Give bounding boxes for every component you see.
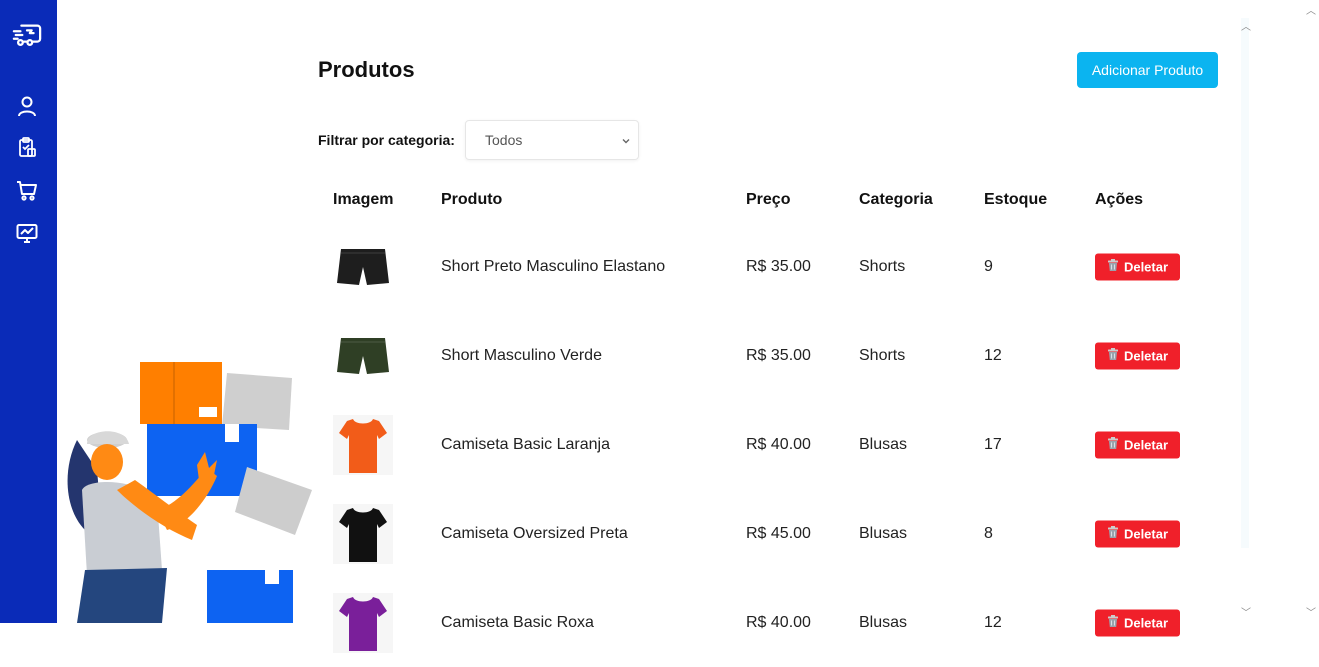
product-price: R$ 35.00 [746,257,811,275]
product-stock: 12 [984,346,1002,364]
dashboard-chart-icon[interactable] [12,218,42,248]
page-scroll-up-icon[interactable]: ︿ [1306,2,1316,17]
delete-button[interactable]: Deletar [1095,342,1180,369]
product-category: Shorts [859,257,906,275]
delivery-person-illustration [57,340,337,623]
product-stock: 8 [984,524,993,542]
page-scroll-down-icon[interactable]: ﹀ [1306,604,1316,619]
clipboard-icon[interactable] [12,133,42,163]
category-select-value: Todos [485,132,523,148]
cart-icon[interactable] [12,175,42,205]
filter-label: Filtrar por categoria: [318,132,455,148]
scroll-down-icon[interactable]: ﹀ [1241,604,1251,619]
table-row: Short Masculino Verde R$ 35.00 Shorts 12 Del… [318,311,1218,400]
product-name: Short Preto Masculino Elastano [441,257,666,275]
logo-truck-icon[interactable] [12,20,42,50]
column-header-product: Produto [441,191,503,208]
table-row: Short Preto Masculino Elastano R$ 35.00 Sh… [318,222,1218,311]
table-row: Camiseta Oversized Preta R$ 45.00 Blusas 8 D… [318,489,1218,578]
product-image [333,325,393,386]
trash-icon [1107,526,1119,542]
delete-label: Deletar [1123,437,1169,452]
table-row: Camiseta Basic Laranja R$ 40.00 Blusas 17 De… [318,400,1218,489]
column-header-stock: Estoque [984,191,1048,208]
product-category: Blusas [859,524,908,542]
trash-icon [1107,259,1119,275]
product-category: Shorts [859,346,906,364]
delete-label: Deletar [1123,259,1169,274]
column-header-image: Imagem [333,191,394,208]
trash-icon [1107,437,1119,453]
column-header-price: Preço [746,191,791,208]
scrollbar[interactable] [1241,18,1249,548]
chevron-down-icon [620,134,632,150]
product-name: Camiseta Oversized Preta [441,524,628,542]
delete-button[interactable]: Deletar [1095,253,1180,280]
product-price: R$ 45.00 [746,524,811,542]
product-stock: 9 [984,257,993,275]
delete-button[interactable]: Deletar [1095,520,1180,547]
product-image [333,503,393,564]
delete-label: Deletar [1123,348,1169,363]
product-category: Blusas [859,435,908,453]
trash-icon [1107,348,1119,364]
user-icon[interactable] [12,91,42,121]
product-image [333,414,393,475]
product-name: Camiseta Basic Laranja [441,435,610,453]
product-name: Short Masculino Verde [441,346,602,364]
add-product-button[interactable]: Adicionar Produto [1077,52,1218,88]
delete-button[interactable]: Deletar [1095,431,1180,458]
product-stock: 17 [984,435,1002,453]
product-price: R$ 40.00 [746,435,811,453]
delete-label: Deletar [1123,526,1169,541]
sidebar [0,0,57,623]
column-header-actions: Ações [1095,191,1144,208]
scroll-up-icon[interactable]: ︿ [1241,18,1251,33]
product-price: R$ 35.00 [746,346,811,364]
product-image [333,236,393,297]
category-select[interactable]: Todos [465,120,639,160]
column-header-category: Categoria [859,191,933,208]
page-title: Produtos [318,57,415,82]
